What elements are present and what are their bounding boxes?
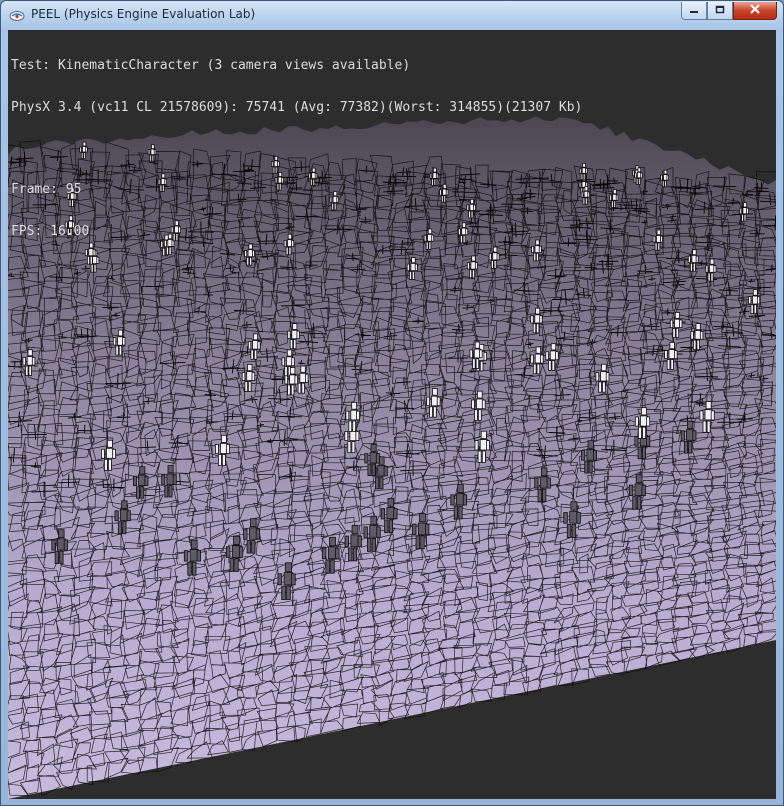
window-title: PEEL (Physics Engine Evaluation Lab) — [31, 7, 256, 21]
title-bar[interactable]: PEEL (Physics Engine Evaluation Lab) — [1, 1, 783, 29]
hud-frame-line: Frame: 95 — [11, 182, 82, 197]
3d-viewport[interactable]: Test: KinematicCharacter (3 camera views… — [8, 30, 776, 799]
hud-engine-line: PhysX 3.4 (vc11 CL 21578609): 75741 (Avg… — [11, 100, 583, 115]
peel-app-icon[interactable] — [9, 8, 25, 22]
maximize-button[interactable] — [707, 2, 733, 20]
caption-buttons — [681, 2, 777, 21]
hud-test-line: Test: KinematicCharacter (3 camera views… — [11, 58, 411, 73]
hud-overlay: Test: KinematicCharacter (3 camera views… — [11, 31, 582, 267]
maximize-icon — [715, 4, 725, 17]
minimize-icon — [689, 4, 699, 17]
close-button[interactable] — [733, 2, 777, 20]
minimize-button[interactable] — [681, 2, 707, 20]
close-icon — [749, 4, 761, 17]
hud-fps-line: FPS: 16.00 — [11, 224, 90, 239]
app-window: PEEL (Physics Engine Evaluation Lab) Tes… — [0, 0, 784, 806]
